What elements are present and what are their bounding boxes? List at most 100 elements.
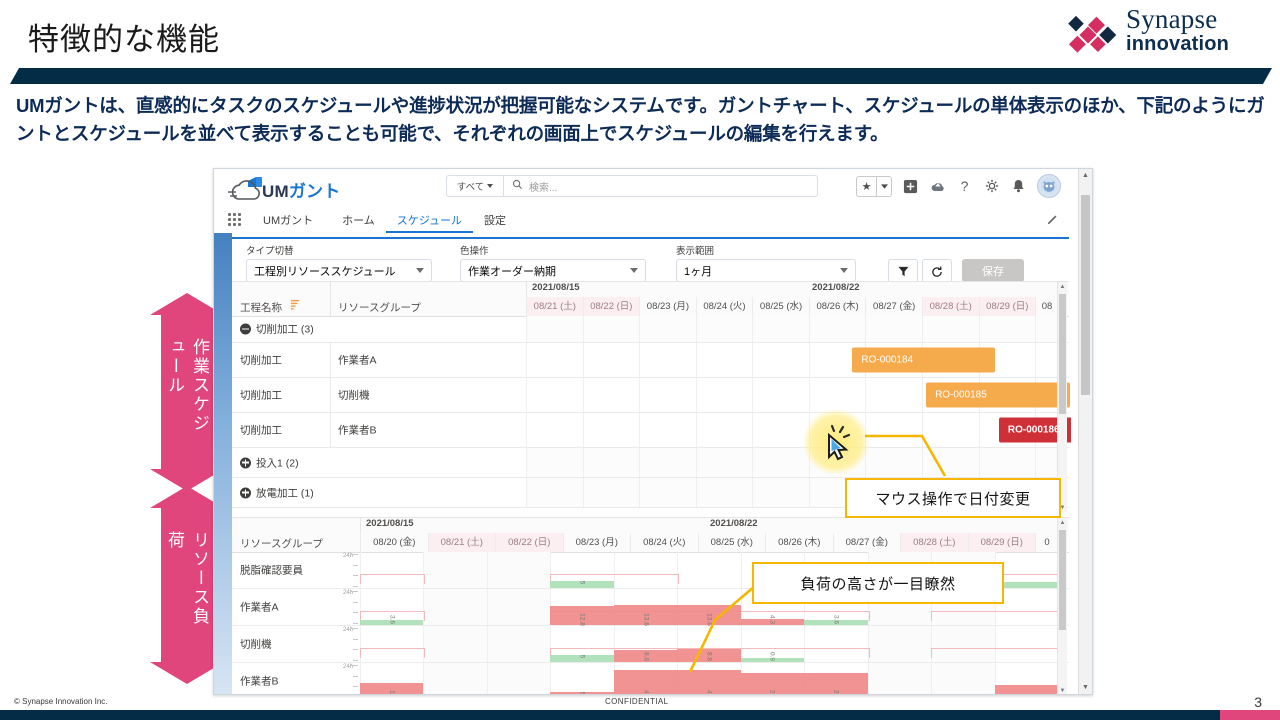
gantt-lane-cell[interactable] — [582, 378, 640, 412]
load-bar[interactable]: 12.8 — [550, 606, 614, 626]
gantt-lane-cell[interactable] — [582, 448, 640, 477]
gantt-lane-cell[interactable] — [752, 413, 809, 447]
load-bar[interactable]: 13.6 — [613, 605, 678, 626]
scroll-thumb[interactable] — [1081, 195, 1090, 395]
search-bar[interactable]: すべて 検索... — [446, 175, 818, 197]
gantt-bar[interactable]: RO-000184 — [852, 347, 995, 373]
scroll-down-icon[interactable]: ▼ — [1058, 686, 1067, 694]
expand-icon[interactable] — [240, 487, 251, 498]
gantt-lane-cell[interactable] — [526, 413, 583, 447]
nav-item-home[interactable]: ホーム — [331, 212, 386, 233]
collapse-icon[interactable] — [240, 323, 251, 335]
range-filter-select[interactable]: 1ヶ月 — [676, 259, 856, 282]
gantt-lane-cell[interactable] — [978, 316, 1036, 342]
sort-icon[interactable] — [290, 299, 301, 310]
gantt-lane-cell[interactable] — [582, 413, 640, 447]
gantt-lane-cell[interactable] — [752, 448, 809, 477]
gantt-lane-cell[interactable] — [582, 478, 640, 507]
gantt-lane-cell[interactable] — [526, 478, 583, 507]
gantt-bar[interactable]: RO-000185 — [926, 382, 1071, 408]
load-bar[interactable]: 11 — [360, 683, 424, 694]
load-day-column[interactable] — [423, 626, 488, 662]
gantt-lane-cell[interactable] — [752, 316, 809, 342]
gantt-lane-cell[interactable] — [526, 316, 583, 342]
gantt-lane-cell[interactable] — [1035, 316, 1059, 342]
load-bar[interactable]: 8.6 — [613, 649, 678, 662]
type-filter-select[interactable]: 工程別リソーススケジュール — [246, 259, 432, 282]
gantt-lane-cell[interactable] — [582, 343, 640, 377]
load-bar[interactable]: 3.6 — [360, 615, 424, 625]
gantt-lane-cell[interactable] — [921, 316, 979, 342]
chevron-down-icon[interactable] — [876, 176, 891, 196]
gantt-lane-cell[interactable] — [695, 448, 753, 477]
load-day-column[interactable] — [486, 663, 552, 694]
gantt-lane-cell[interactable] — [752, 478, 809, 507]
gantt-lane-cell[interactable] — [639, 448, 696, 477]
gantt-lane-cell[interactable] — [639, 478, 696, 507]
load-day-column[interactable] — [867, 663, 933, 694]
gantt-lane-cell[interactable] — [695, 378, 753, 412]
nav-item-schedule[interactable]: スケジュール — [385, 212, 474, 233]
load-day-column[interactable] — [931, 663, 996, 694]
load-vertical-scrollbar[interactable]: ▲ ▼ — [1057, 518, 1067, 694]
load-day-column[interactable] — [867, 626, 933, 662]
search-scope-dropdown[interactable]: すべて — [447, 176, 504, 196]
search-input[interactable]: 検索... — [529, 179, 557, 194]
load-day-column[interactable] — [486, 589, 552, 625]
scroll-up-icon[interactable]: ▲ — [1058, 282, 1067, 291]
save-button[interactable]: 保存 — [962, 259, 1024, 282]
expand-icon[interactable] — [240, 457, 251, 468]
gantt-lane-cell[interactable] — [526, 448, 583, 477]
load-bar[interactable]: 5 — [550, 692, 614, 694]
gear-icon[interactable] — [983, 178, 1000, 195]
color-filter-select[interactable]: 作業オーダー納期 — [460, 259, 646, 282]
gantt-lane-cell[interactable] — [526, 378, 583, 412]
cloud-icon[interactable] — [929, 178, 946, 195]
gantt-lane-cell[interactable] — [582, 316, 640, 342]
app-launcher-icon[interactable] — [228, 213, 244, 229]
gantt-lane-cell[interactable] — [695, 316, 753, 342]
gantt-lane-cell[interactable] — [695, 343, 753, 377]
scroll-thumb[interactable] — [1059, 294, 1066, 414]
favorites-button[interactable]: ★ — [856, 175, 892, 197]
gantt-lane-cell[interactable] — [752, 378, 809, 412]
scroll-down-icon[interactable]: ▼ — [1079, 681, 1092, 694]
scroll-up-icon[interactable]: ▲ — [1058, 518, 1067, 527]
load-day-column[interactable] — [486, 626, 552, 662]
load-bar[interactable]: 20 — [804, 672, 868, 694]
nav-item-settings[interactable]: 設定 — [473, 212, 517, 233]
load-bar[interactable] — [994, 582, 1058, 588]
gantt-lane-cell[interactable] — [1035, 343, 1058, 377]
gantt-lane-cell[interactable] — [526, 343, 583, 377]
scroll-thumb[interactable] — [1059, 530, 1066, 630]
gantt-lane-cell[interactable] — [639, 316, 696, 342]
scroll-up-icon[interactable]: ▲ — [1079, 169, 1092, 182]
gantt-lane-cell[interactable] — [695, 413, 753, 447]
load-day-column[interactable] — [423, 663, 488, 694]
gantt-lane-cell[interactable] — [639, 413, 696, 447]
gantt-lane-cell[interactable] — [639, 343, 696, 377]
gantt-lane-cell[interactable] — [639, 378, 696, 412]
gantt-lane-cell[interactable] — [865, 316, 922, 342]
gantt-lane-cell[interactable] — [808, 316, 866, 342]
avatar[interactable] — [1037, 174, 1061, 198]
bell-icon[interactable] — [1010, 178, 1027, 195]
add-icon[interactable] — [902, 178, 919, 195]
load-day-column[interactable] — [486, 552, 552, 588]
load-day-column[interactable] — [423, 589, 488, 625]
help-icon[interactable]: ? — [956, 178, 973, 195]
load-bar[interactable]: 5 — [550, 581, 614, 588]
gantt-lane-cell[interactable] — [752, 343, 809, 377]
gantt-lane-cell[interactable] — [695, 478, 753, 507]
load-bar[interactable]: 47 — [613, 670, 678, 694]
gantt-lane-cell[interactable] — [808, 378, 866, 412]
gantt-lane-cell[interactable] — [865, 378, 922, 412]
load-day-column[interactable] — [423, 552, 488, 588]
load-bar[interactable]: 5 — [550, 655, 614, 662]
load-day-column[interactable] — [550, 663, 614, 694]
load-bar[interactable] — [994, 684, 1058, 694]
load-bar[interactable]: 3.6 — [804, 615, 868, 625]
edit-pencil-icon[interactable] — [1047, 213, 1059, 228]
nav-item-umgantt[interactable]: UMガント — [252, 212, 331, 233]
browser-vertical-scrollbar[interactable]: ▲ ▼ — [1078, 169, 1092, 694]
